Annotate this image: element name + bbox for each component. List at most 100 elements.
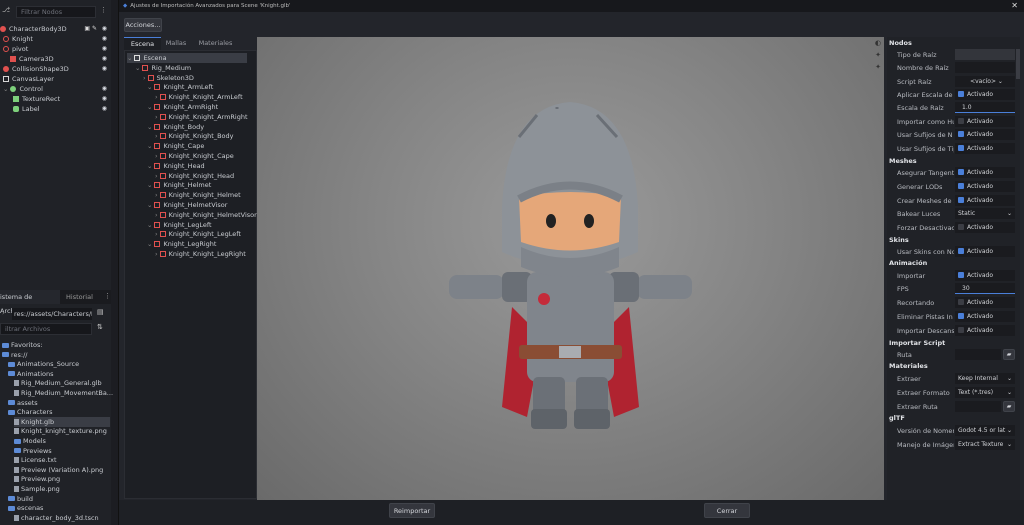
close-button[interactable]: Cerrar xyxy=(704,503,750,518)
chevron-icon[interactable]: › xyxy=(155,230,158,238)
fs-item[interactable]: character_body_3d.tscn xyxy=(14,513,110,523)
chevron-icon[interactable]: ⌄ xyxy=(147,181,152,189)
tipo-raiz-field[interactable] xyxy=(955,49,1015,60)
tab-filesystem[interactable]: istema de Archivos xyxy=(0,290,60,315)
menu-icon[interactable]: ⋮ xyxy=(100,6,107,14)
eye-icon[interactable]: ◉ xyxy=(102,44,107,54)
fs-item[interactable]: res:// xyxy=(2,350,110,360)
usar-skins-checkbox[interactable]: Activado xyxy=(955,246,1015,257)
chevron-icon[interactable]: ⌄ xyxy=(147,83,152,91)
chevron-icon[interactable]: › xyxy=(155,191,158,199)
fs-item[interactable]: Knight.glb xyxy=(14,416,110,427)
chevron-icon[interactable]: ⌄ xyxy=(147,123,152,131)
dropdown-icon[interactable]: ⌄ xyxy=(1007,208,1012,219)
fs-item[interactable]: Characters xyxy=(8,407,110,417)
chevron-icon[interactable]: › xyxy=(155,172,158,180)
fs-item[interactable]: License.txt xyxy=(14,455,110,465)
tab-history[interactable]: Historial xyxy=(66,290,93,304)
fs-item[interactable]: Preview (Variation A).png xyxy=(14,465,110,475)
chevron-icon[interactable]: ⌄ xyxy=(147,221,152,229)
extraer-ruta-field[interactable] xyxy=(955,401,1001,412)
extraer-formato-select[interactable]: Text (*.tres) ⌄ xyxy=(955,387,1015,398)
environment-icon[interactable]: ✦ xyxy=(875,63,881,71)
eye-icon[interactable]: ◉ xyxy=(102,54,107,64)
eye-icon[interactable]: ◉ xyxy=(102,84,107,94)
chevron-down-icon[interactable]: ⌄ xyxy=(3,85,8,93)
fps-field[interactable]: 30 xyxy=(955,283,1015,294)
escala-raiz-field[interactable]: 1.0 xyxy=(955,102,1015,113)
chevron-icon[interactable]: ⌄ xyxy=(147,162,152,170)
version-nomen-select[interactable]: Godot 4.5 or lat ⌄ xyxy=(955,425,1015,436)
fs-item[interactable]: Animations xyxy=(8,369,110,379)
usar-sufijos-tipo-checkbox[interactable]: Activado xyxy=(955,143,1015,154)
chevron-icon[interactable]: › xyxy=(155,250,158,258)
folder-icon[interactable]: ▰ xyxy=(1003,401,1015,412)
importar-como-checkbox[interactable]: Activado xyxy=(955,116,1015,127)
generar-lods-checkbox[interactable]: Activado xyxy=(955,181,1015,192)
scene-tree-item[interactable]: ⌄ Knight_Helmet xyxy=(147,180,253,190)
reimport-button[interactable]: Reimportar xyxy=(389,503,435,518)
fs-item[interactable]: assets xyxy=(8,398,110,408)
scene-tree-item[interactable]: ⌄ Rig_Medium xyxy=(135,63,253,73)
nombre-raiz-field[interactable] xyxy=(955,62,1015,73)
tree-node-canvaslayer[interactable]: CanvasLayer xyxy=(3,74,111,84)
scene-tree-item[interactable]: › Knight_Knight_Head xyxy=(155,171,253,181)
eye-icon[interactable]: ◉ xyxy=(102,104,107,114)
forzar-desactivacion-checkbox[interactable]: Activado xyxy=(955,222,1015,233)
scene-tree-item[interactable]: ⌄ Knight_ArmRight xyxy=(147,102,253,112)
chevron-icon[interactable]: ⌄ xyxy=(147,142,152,150)
recortando-checkbox[interactable]: Activado xyxy=(955,297,1015,308)
chevron-icon[interactable]: › xyxy=(155,152,158,160)
chevron-icon[interactable]: ⌄ xyxy=(147,103,152,111)
chevron-icon[interactable]: ⌄ xyxy=(127,54,132,62)
fs-item[interactable]: Rig_Medium_MovementBa... xyxy=(14,388,113,398)
node-icon[interactable]: ⎇ xyxy=(2,6,10,16)
fs-item[interactable]: Rig_Medium_General.glb xyxy=(14,378,110,388)
scene-tree-item[interactable]: ⌄ Knight_LegRight xyxy=(147,239,253,249)
view-icon[interactable]: ◐ xyxy=(875,39,881,47)
folder-icon[interactable]: ▰ xyxy=(1003,349,1015,360)
tree-node-collisionshape3d[interactable]: CollisionShape3D ◉ xyxy=(3,64,111,74)
usar-sufijos-nombre-checkbox[interactable]: Activado xyxy=(955,129,1015,140)
scrollbar[interactable] xyxy=(1016,49,1020,79)
scene-tree-item[interactable]: ⌄ Knight_LegLeft xyxy=(147,220,253,230)
scene-tree-item[interactable]: › Skeleton3D xyxy=(143,73,253,83)
scene-tree-item[interactable]: › Knight_Knight_ArmLeft xyxy=(155,92,253,102)
fs-item[interactable]: build xyxy=(8,494,110,504)
scene-tree-item[interactable]: › Knight_Knight_Body xyxy=(155,131,253,141)
chevron-icon[interactable]: › xyxy=(155,211,158,219)
chevron-icon[interactable]: ⌄ xyxy=(147,201,152,209)
aplicar-escala-checkbox[interactable]: Activado xyxy=(955,89,1015,100)
dropdown-icon[interactable]: ⌄ xyxy=(1007,439,1012,450)
scene-tree-item[interactable]: ⌄ Knight_HelmetVisor xyxy=(147,200,253,210)
scene-tree-item[interactable]: ⌄ Knight_ArmLeft xyxy=(147,82,253,92)
bakear-luces-select[interactable]: Static ⌄ xyxy=(955,208,1015,219)
fs-item[interactable]: escenas xyxy=(8,503,110,513)
chevron-icon[interactable]: › xyxy=(155,132,158,140)
fs-item[interactable]: Favoritos: xyxy=(2,340,110,350)
tree-node-knight[interactable]: Knight ◉ xyxy=(3,34,111,44)
scene-tree-item[interactable]: ⌄ Knight_Head xyxy=(147,161,253,171)
scene-tree-item[interactable]: › Knight_Knight_ArmRight xyxy=(155,112,253,122)
tab-materiales[interactable]: Materiales xyxy=(194,37,237,50)
dropdown-icon[interactable]: ⌄ xyxy=(1007,373,1012,384)
fs-item[interactable]: Knight_knight_texture.png xyxy=(14,426,110,436)
tree-node-pivot[interactable]: pivot ◉ xyxy=(3,44,111,54)
tree-node-camera3d[interactable]: Camera3D ◉ xyxy=(10,54,111,64)
fs-item[interactable]: Animations_Source xyxy=(8,359,110,369)
scene-tree-item[interactable]: › Knight_Knight_Cape xyxy=(155,151,253,161)
fs-item[interactable]: Previews xyxy=(14,446,110,456)
filter-nodes-input[interactable]: Filtrar Nodos xyxy=(16,6,96,18)
dropdown-icon[interactable]: ⌄ xyxy=(1007,387,1012,398)
tab-escena[interactable]: Escena xyxy=(124,37,161,50)
scene-tree-item[interactable]: › Knight_Knight_LegLeft xyxy=(155,229,253,239)
tree-node-label[interactable]: Label ◉ xyxy=(13,104,111,114)
dropdown-icon[interactable]: ⌄ xyxy=(1007,425,1012,436)
eye-icon[interactable]: ◉ xyxy=(102,24,107,34)
eye-icon[interactable]: ◉ xyxy=(102,64,107,74)
eliminar-pistas-checkbox[interactable]: Activado xyxy=(955,311,1015,322)
fs-item[interactable]: Sample.png xyxy=(14,484,110,494)
fs-item[interactable]: Preview.png xyxy=(14,474,110,484)
menu-icon[interactable]: ⋮ xyxy=(104,292,111,300)
asegurar-tangentes-checkbox[interactable]: Activado xyxy=(955,167,1015,178)
